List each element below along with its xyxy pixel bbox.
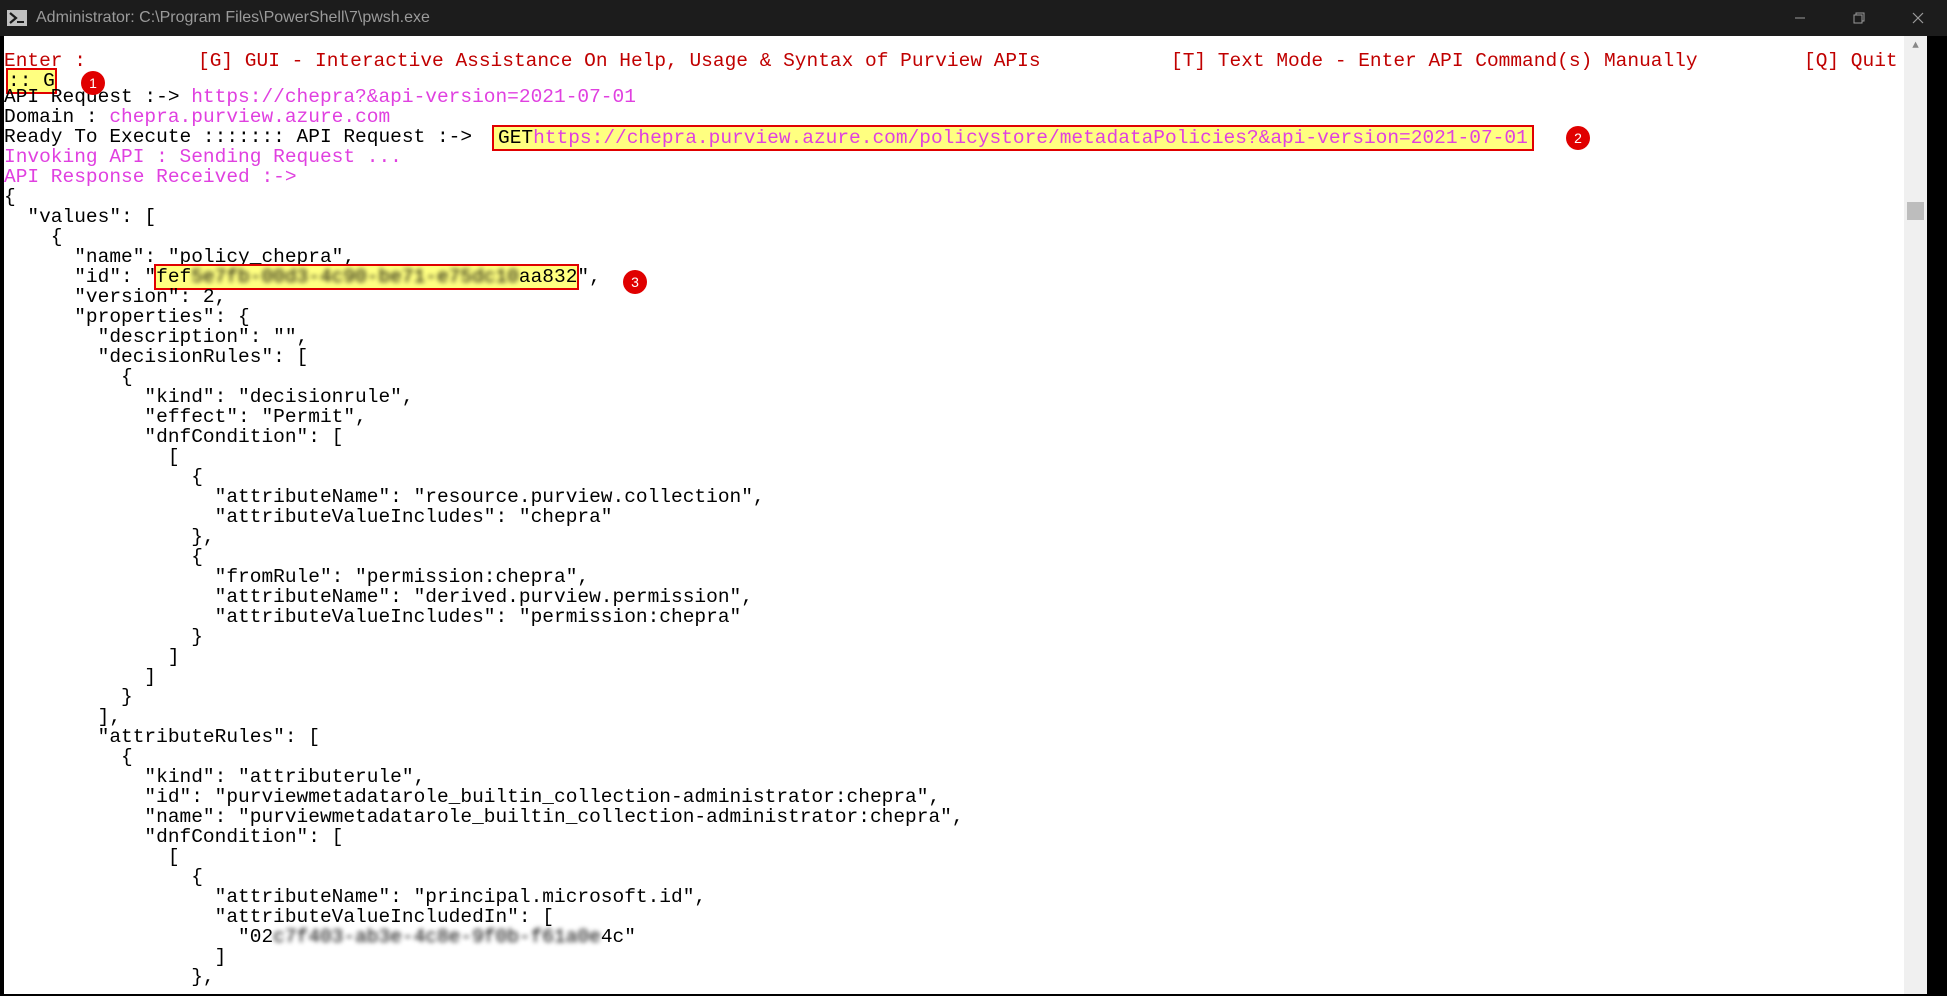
scroll-up-arrow-icon[interactable]: ▲ [1904, 36, 1927, 56]
json-line: }, [4, 966, 215, 988]
powershell-icon [6, 9, 28, 27]
menu-option-gui: [G] GUI - Interactive Assistance On Help… [198, 50, 1041, 72]
ready-line: Ready To Execute ::::::: API Request :-> [4, 126, 484, 148]
json-line-principal-id: "02c7f403-ab3e-4c8e-9f0b-f61a0e4c" [4, 926, 636, 948]
json-line: { [4, 746, 133, 768]
json-line: ], [4, 706, 122, 728]
json-line: { [4, 866, 203, 888]
json-line: "properties": { [4, 306, 250, 328]
json-line: "description": "", [4, 326, 309, 348]
console-output[interactable]: Enter : [G] GUI - Interactive Assistance… [4, 36, 1904, 994]
restore-button[interactable] [1829, 0, 1888, 36]
title-bar: Administrator: C:\Program Files\PowerShe… [0, 0, 1947, 36]
received-line: API Response Received :-> [4, 166, 297, 188]
json-line: "decisionRules": [ [4, 346, 309, 368]
restore-icon [1853, 12, 1864, 24]
annotation-badge-2: 2 [1566, 126, 1590, 150]
json-line: { [4, 546, 203, 568]
json-line: }, [4, 526, 215, 548]
json-line: "name": "purviewmetadatarole_builtin_col… [4, 806, 964, 828]
json-line: "fromRule": "permission:chepra", [4, 566, 590, 588]
json-line: { [4, 186, 16, 208]
request-url-box: GEThttps://chepra.purview.azure.com/poli… [492, 125, 1534, 151]
menu-option-text: [T] Text Mode - Enter API Command(s) Man… [1171, 50, 1698, 72]
json-line: [ [4, 846, 180, 868]
annotation-badge-3: 3 [623, 270, 647, 294]
json-line: ] [4, 646, 180, 668]
json-line: "attributeValueIncludedIn": [ [4, 906, 554, 928]
json-line: "kind": "attributerule", [4, 766, 426, 788]
json-line: "values": [ [4, 206, 157, 228]
json-line: "dnfCondition": [ [4, 826, 344, 848]
json-line: } [4, 626, 203, 648]
json-line: "effect": "Permit", [4, 406, 367, 428]
json-line: } [4, 686, 133, 708]
json-line: ] [4, 666, 157, 688]
window-title: Administrator: C:\Program Files\PowerShe… [36, 9, 430, 26]
close-button[interactable] [1888, 0, 1947, 36]
annotation-badge-1: 1 [81, 71, 105, 95]
close-icon [1912, 12, 1923, 24]
window-edge [1927, 36, 1947, 994]
json-line: "attributeName": "derived.purview.permis… [4, 586, 753, 608]
json-line: "version": 2, [4, 286, 227, 308]
minimize-icon [1794, 17, 1805, 19]
json-line: { [4, 466, 203, 488]
json-line: "name": "policy_chepra", [4, 246, 356, 268]
request-full-url: https://chepra.purview.azure.com/policys… [533, 127, 1528, 149]
request-method: GET [498, 127, 534, 149]
minimize-button[interactable] [1770, 0, 1829, 36]
json-line: "id": "purviewmetadatarole_builtin_colle… [4, 786, 941, 808]
domain-line: Domain : chepra.purview.azure.com [4, 106, 391, 128]
json-line: { [4, 366, 133, 388]
json-line: ] [4, 946, 227, 968]
policy-id-value: fef5e7fb-00d3-4c90-be71-e75dc10aa832 [154, 264, 580, 290]
menu-enter-label: Enter : [4, 50, 86, 72]
json-line: [ [4, 446, 180, 468]
json-line-id: "id": "fef5e7fb-00d3-4c90-be71-e75dc10aa… [4, 264, 601, 290]
json-line: { [4, 226, 63, 248]
menu-option-quit: [Q] Quit [1804, 50, 1898, 72]
vertical-scrollbar[interactable]: ▲ [1904, 36, 1927, 994]
json-line: "attributeRules": [ [4, 726, 320, 748]
scrollbar-thumb[interactable] [1907, 202, 1924, 220]
json-line: "attributeValueIncludes": "permission:ch… [4, 606, 742, 628]
json-line: "attributeValueIncludes": "chepra" [4, 506, 613, 528]
invoking-line: Invoking API : Sending Request ... [4, 146, 402, 168]
json-line: "attributeName": "resource.purview.colle… [4, 486, 765, 508]
json-line: "attributeName": "principal.microsoft.id… [4, 886, 707, 908]
json-line: "kind": "decisionrule", [4, 386, 414, 408]
json-line: "dnfCondition": [ [4, 426, 344, 448]
